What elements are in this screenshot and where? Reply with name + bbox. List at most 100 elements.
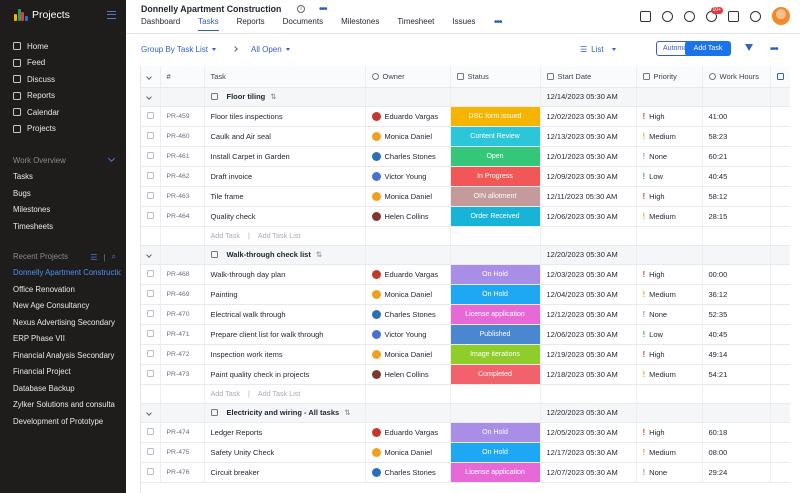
- table-row[interactable]: PR-460 Caulk and Air seal Monica Daniel …: [141, 126, 790, 147]
- priority-cell[interactable]: ! Medium: [636, 364, 703, 385]
- owner-cell[interactable]: Eduardo Vargas: [365, 422, 451, 443]
- task-name[interactable]: Install Carpet in Garden: [204, 146, 366, 167]
- recent-project-item[interactable]: New Age Consultancy: [13, 301, 121, 310]
- start-date[interactable]: 12/18/2023 05:30 AM: [540, 364, 637, 385]
- row-checkbox[interactable]: [147, 349, 154, 357]
- row-checkbox[interactable]: [147, 289, 154, 297]
- priority-cell[interactable]: ! None: [636, 462, 703, 483]
- row-checkbox[interactable]: [147, 191, 154, 199]
- table-row[interactable]: PR-464 Quality check Helen Collins Order…: [141, 206, 790, 227]
- row-checkbox[interactable]: [147, 447, 154, 455]
- recent-project-item[interactable]: Database Backup: [13, 384, 121, 393]
- task-list-group-row[interactable]: Floor tiling ⇅ 12/14/2023 05:30 AM: [141, 87, 790, 107]
- priority-cell[interactable]: ! High: [636, 344, 703, 365]
- status-cell[interactable]: Published: [450, 324, 541, 345]
- tab-documents[interactable]: Documents: [283, 17, 323, 31]
- task-name[interactable]: Floor tiles inspections: [204, 106, 366, 127]
- add-task-link[interactable]: Add Task: [211, 389, 240, 398]
- owner-cell[interactable]: Helen Collins: [365, 206, 451, 227]
- work-overview-timesheets[interactable]: Timesheets: [13, 222, 121, 231]
- priority-cell[interactable]: ! High: [636, 106, 703, 127]
- task-list-group-row[interactable]: Walk-through check list ⇅ 12/20/2023 05:3…: [141, 245, 790, 265]
- table-row[interactable]: PR-470 Electrical walk through Charles S…: [141, 304, 790, 325]
- start-date[interactable]: 12/17/2023 05:30 AM: [540, 442, 637, 463]
- priority-cell[interactable]: ! None: [636, 304, 703, 325]
- priority-cell[interactable]: ! Low: [636, 166, 703, 187]
- start-date[interactable]: 12/11/2023 05:30 AM: [540, 186, 637, 207]
- task-name[interactable]: Safety Unity Check: [204, 442, 366, 463]
- work-hours[interactable]: 54:21: [702, 364, 771, 385]
- priority-cell[interactable]: ! High: [636, 186, 703, 207]
- table-row[interactable]: PR-469 Painting Monica Daniel On Hold 12…: [141, 284, 790, 305]
- row-checkbox[interactable]: [147, 171, 154, 179]
- table-row[interactable]: PR-475 Safety Unity Check Monica Daniel …: [141, 442, 790, 463]
- more-tabs-icon[interactable]: •••: [494, 17, 502, 28]
- work-hours[interactable]: 00:00: [702, 264, 771, 285]
- tab-tasks[interactable]: Tasks: [198, 17, 219, 31]
- table-row[interactable]: PR-472 Inspection work items Monica Dani…: [141, 344, 790, 365]
- task-name[interactable]: Electrical walk through: [204, 304, 366, 325]
- row-checkbox[interactable]: [147, 269, 154, 277]
- tab-timesheet[interactable]: Timesheet: [397, 17, 434, 31]
- filter-icon[interactable]: [745, 44, 753, 51]
- priority-header[interactable]: Priority: [636, 66, 703, 88]
- settings-gear-icon[interactable]: [750, 10, 761, 22]
- priority-cell[interactable]: ! Low: [636, 324, 703, 345]
- add-icon[interactable]: [640, 10, 651, 22]
- row-checkbox[interactable]: [147, 427, 154, 435]
- sidebar-item-calendar[interactable]: Calendar: [13, 106, 59, 118]
- start-date-header[interactable]: Start Date: [540, 66, 637, 88]
- start-date[interactable]: 12/13/2023 05:30 AM: [540, 126, 637, 147]
- table-row[interactable]: PR-463 Tile frame Monica Daniel OIN allo…: [141, 186, 790, 207]
- collapse-toggle[interactable]: [141, 87, 161, 107]
- row-checkbox[interactable]: [147, 151, 154, 159]
- sidebar-item-projects[interactable]: Projects: [13, 123, 56, 135]
- group-by-dropdown[interactable]: Group By Task List: [141, 45, 216, 54]
- task-name[interactable]: Walk-through day plan: [204, 264, 366, 285]
- add-task-button[interactable]: Add Task: [685, 41, 731, 56]
- task-header[interactable]: Task: [204, 66, 366, 88]
- search-icon[interactable]: [662, 10, 673, 22]
- tab-milestones[interactable]: Milestones: [341, 17, 379, 31]
- info-icon[interactable]: i: [297, 5, 305, 13]
- row-checkbox[interactable]: [147, 131, 154, 139]
- owner-cell[interactable]: Charles Stones: [365, 146, 451, 167]
- status-cell[interactable]: On Hold: [450, 442, 541, 463]
- start-date[interactable]: 12/01/2023 05:30 AM: [540, 146, 637, 167]
- table-row[interactable]: PR-471 Prepare client list for walk thro…: [141, 324, 790, 345]
- owner-cell[interactable]: Eduardo Vargas: [365, 106, 451, 127]
- work-hours[interactable]: 60:18: [702, 422, 771, 443]
- work-hours[interactable]: 52:35: [702, 304, 771, 325]
- task-name[interactable]: Caulk and Air seal: [204, 126, 366, 147]
- recent-project-item[interactable]: Office Renovation: [13, 285, 121, 294]
- owner-cell[interactable]: Helen Collins: [365, 364, 451, 385]
- owner-cell[interactable]: Victor Young: [365, 324, 451, 345]
- owner-cell[interactable]: Monica Daniel: [365, 442, 451, 463]
- view-mode-dropdown[interactable]: ☰ List: [580, 45, 616, 54]
- row-checkbox[interactable]: [147, 467, 154, 475]
- expand-all-header[interactable]: [141, 66, 161, 88]
- sidebar-item-reports[interactable]: Reports: [13, 90, 55, 102]
- chevron-down-icon[interactable]: [107, 154, 116, 163]
- collapse-toggle[interactable]: [141, 403, 161, 423]
- status-cell[interactable]: DSC form issued: [450, 106, 541, 127]
- priority-cell[interactable]: ! Medium: [636, 284, 703, 305]
- owner-header[interactable]: Owner: [365, 66, 451, 88]
- recent-project-item[interactable]: ERP Phase VII: [13, 334, 121, 343]
- owner-cell[interactable]: Charles Stones: [365, 304, 451, 325]
- table-row[interactable]: PR-473 Paint quality check in projects H…: [141, 364, 790, 385]
- task-name[interactable]: Ledger Reports: [204, 422, 366, 443]
- status-header[interactable]: Status: [450, 66, 541, 88]
- start-date[interactable]: 12/02/2023 05:30 AM: [540, 106, 637, 127]
- owner-cell[interactable]: Monica Daniel: [365, 344, 451, 365]
- work-hours[interactable]: 40:45: [702, 324, 771, 345]
- tab-reports[interactable]: Reports: [237, 17, 265, 31]
- table-row[interactable]: PR-461 Install Carpet in Garden Charles …: [141, 146, 790, 167]
- recent-project-item[interactable]: Nexus Advertising Secondary: [13, 318, 121, 327]
- table-row[interactable]: PR-459 Floor tiles inspections Eduardo V…: [141, 106, 790, 127]
- task-list-name[interactable]: Floor tiling: [227, 92, 266, 101]
- work-hours[interactable]: 08:00: [702, 442, 771, 463]
- tab-dashboard[interactable]: Dashboard: [141, 17, 180, 31]
- work-hours[interactable]: 58:12: [702, 186, 771, 207]
- priority-cell[interactable]: ! High: [636, 264, 703, 285]
